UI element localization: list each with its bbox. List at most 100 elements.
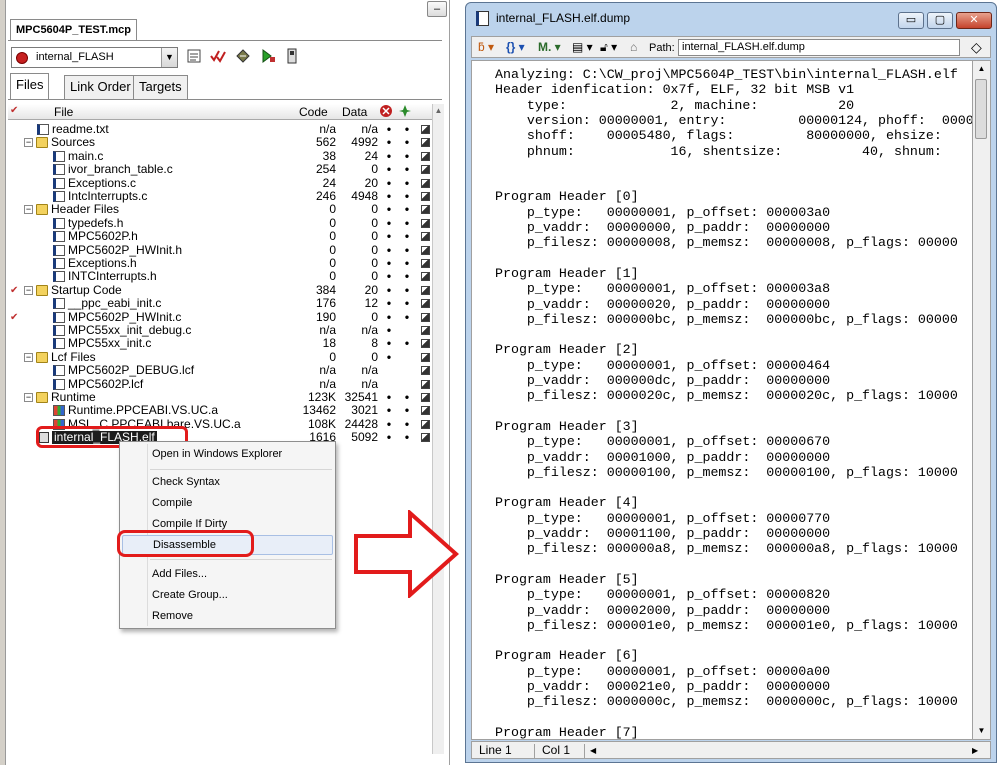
touch-icon[interactable] xyxy=(421,419,430,429)
touch-icon[interactable] xyxy=(421,326,430,335)
target-marker[interactable]: • xyxy=(403,190,411,203)
braces-popup-icon[interactable]: {} ▾ xyxy=(506,39,525,56)
menu-check-syntax[interactable]: Check Syntax xyxy=(122,472,333,492)
options-diamond-icon[interactable]: ◇ xyxy=(971,38,982,56)
collapse-toggle-icon[interactable]: − xyxy=(24,285,33,295)
menu-add-files[interactable]: Add Files... xyxy=(122,564,333,584)
collapse-toggle-icon[interactable]: − xyxy=(24,352,33,362)
debug-icon[interactable] xyxy=(258,48,278,68)
menu-remove[interactable]: Remove xyxy=(122,606,333,626)
editor-vertical-scrollbar[interactable]: ▲ ▼ xyxy=(973,60,991,740)
chevron-down-icon[interactable]: ▼ xyxy=(161,48,177,67)
debug-marker[interactable]: • xyxy=(385,136,393,149)
tree-group-row[interactable]: − Header Files 0 0 • • xyxy=(8,203,430,216)
tree-file-row[interactable]: readme.txt n/a n/a • • xyxy=(8,123,430,136)
modified-check-icon[interactable]: ✔ xyxy=(10,284,18,297)
touch-icon[interactable] xyxy=(421,138,430,148)
collapse-toggle-icon[interactable]: − xyxy=(24,393,33,402)
scroll-thumb[interactable] xyxy=(975,79,987,139)
touch-icon[interactable] xyxy=(421,433,430,443)
tree-file-row[interactable]: Runtime.PPCEABI.VS.UC.a 13462 3021 • • xyxy=(8,404,430,417)
scroll-up-icon[interactable]: ▲ xyxy=(973,61,990,77)
target-marker[interactable]: • xyxy=(403,176,411,190)
debug-marker[interactable]: • xyxy=(385,404,393,417)
target-marker[interactable]: • xyxy=(403,337,411,350)
debug-marker[interactable]: • xyxy=(385,176,393,190)
tree-file-row[interactable]: __ppc_eabi_init.c 176 12 • • xyxy=(8,297,430,310)
target-marker[interactable]: • xyxy=(403,404,411,417)
tree-file-row[interactable]: typedefs.h 0 0 • • xyxy=(8,216,430,230)
target-select[interactable]: internal_FLASH ▼ xyxy=(11,47,178,68)
make-icon[interactable] xyxy=(233,48,253,68)
touch-icon[interactable] xyxy=(421,205,430,215)
target-marker[interactable]: • xyxy=(403,163,411,176)
touch-icon[interactable] xyxy=(421,125,430,134)
touch-icon[interactable] xyxy=(421,339,430,349)
debug-marker[interactable]: • xyxy=(385,391,393,404)
tree-file-row[interactable]: MPC5602P.lcf n/a n/a xyxy=(8,377,430,391)
tree-file-row[interactable]: INTCInterrupts.h 0 0 • • xyxy=(8,270,430,283)
menu-open-in-explorer[interactable]: Open in Windows Explorer xyxy=(122,444,333,464)
touch-icon[interactable] xyxy=(421,393,430,402)
tree-group-row[interactable]: − Runtime 123K 32541 • • xyxy=(8,391,430,404)
touch-icon[interactable] xyxy=(421,272,430,282)
debug-marker[interactable]: • xyxy=(385,163,393,176)
file-list-scrollbar[interactable]: ▲ xyxy=(432,104,444,754)
close-button[interactable]: ✕ xyxy=(956,12,992,29)
target-marker[interactable]: • xyxy=(403,297,411,310)
target-marker[interactable]: • xyxy=(403,417,411,431)
target-marker[interactable]: • xyxy=(403,243,411,257)
debug-column-icon[interactable] xyxy=(379,104,393,121)
collapse-toggle-icon[interactable]: − xyxy=(24,138,33,148)
synchronize-icon[interactable] xyxy=(208,48,228,68)
scroll-right-icon[interactable]: ▶ xyxy=(972,743,978,758)
scroll-down-icon[interactable]: ▼ xyxy=(973,723,990,739)
title-bar[interactable]: internal_FLASH.elf.dump ▭ ▢ ✕ xyxy=(466,3,996,33)
target-marker[interactable]: • xyxy=(403,123,411,136)
debug-marker[interactable]: • xyxy=(385,230,393,243)
touch-icon[interactable] xyxy=(421,151,430,161)
debug-marker[interactable]: • xyxy=(385,270,393,283)
tab-link-order[interactable]: Link Order xyxy=(64,75,137,99)
target-marker[interactable]: • xyxy=(403,270,411,283)
debug-marker[interactable]: • xyxy=(385,297,393,310)
column-code[interactable]: Code xyxy=(299,105,328,119)
debug-marker[interactable]: • xyxy=(385,257,393,270)
touch-icon[interactable] xyxy=(421,366,430,376)
target-marker[interactable]: • xyxy=(403,257,411,270)
code-editor[interactable]: Analyzing: C:\CW_proj\MPC5604P_TEST\bin\… xyxy=(471,60,973,740)
tree-group-row[interactable]: − Lcf Files 0 0 • xyxy=(8,350,430,364)
touch-icon[interactable] xyxy=(421,312,430,322)
path-field[interactable]: internal_FLASH.elf.dump xyxy=(678,39,960,56)
touch-icon[interactable] xyxy=(421,299,430,309)
target-marker[interactable]: • xyxy=(403,203,411,216)
target-marker[interactable]: • xyxy=(403,136,411,149)
touch-icon[interactable] xyxy=(421,245,430,255)
target-marker[interactable]: • xyxy=(403,230,411,243)
maximize-button[interactable]: ▢ xyxy=(927,12,953,29)
markers-popup-icon[interactable]: M. ▾ xyxy=(538,39,561,56)
tree-group-row[interactable]: − Sources 562 4992 • • xyxy=(8,136,430,149)
target-marker[interactable]: • xyxy=(403,283,411,297)
tree-file-row[interactable]: IntcInterrupts.c 246 4948 • • xyxy=(8,190,430,203)
modified-check-icon[interactable]: ✔ xyxy=(10,311,18,324)
touch-icon[interactable] xyxy=(421,218,430,228)
tree-file-row[interactable]: MPC5602P.h 0 0 • • xyxy=(8,230,430,243)
touch-icon[interactable] xyxy=(421,192,430,201)
checkmark-column-icon[interactable]: ✔ xyxy=(10,105,18,116)
target-marker[interactable]: • xyxy=(403,310,411,324)
touch-icon[interactable] xyxy=(421,285,430,295)
debug-marker[interactable]: • xyxy=(385,243,393,257)
tree-file-row[interactable]: MPC5602P_DEBUG.lcf n/a n/a xyxy=(8,364,430,377)
touch-icon[interactable] xyxy=(421,165,430,175)
tree-file-row[interactable]: Exceptions.c 24 20 • • xyxy=(8,176,430,190)
target-marker[interactable]: • xyxy=(403,216,411,230)
debug-marker[interactable]: • xyxy=(385,283,393,297)
minimize-button[interactable]: – xyxy=(427,1,447,17)
tree-file-row[interactable]: MPC5602P_HWInit.h 0 0 • • xyxy=(8,243,430,257)
target-marker[interactable]: • xyxy=(403,391,411,404)
debug-marker[interactable]: • xyxy=(385,417,393,431)
menu-compile[interactable]: Compile xyxy=(122,493,333,513)
scroll-up-icon[interactable]: ▲ xyxy=(433,104,444,118)
target-column-icon[interactable] xyxy=(398,104,412,121)
